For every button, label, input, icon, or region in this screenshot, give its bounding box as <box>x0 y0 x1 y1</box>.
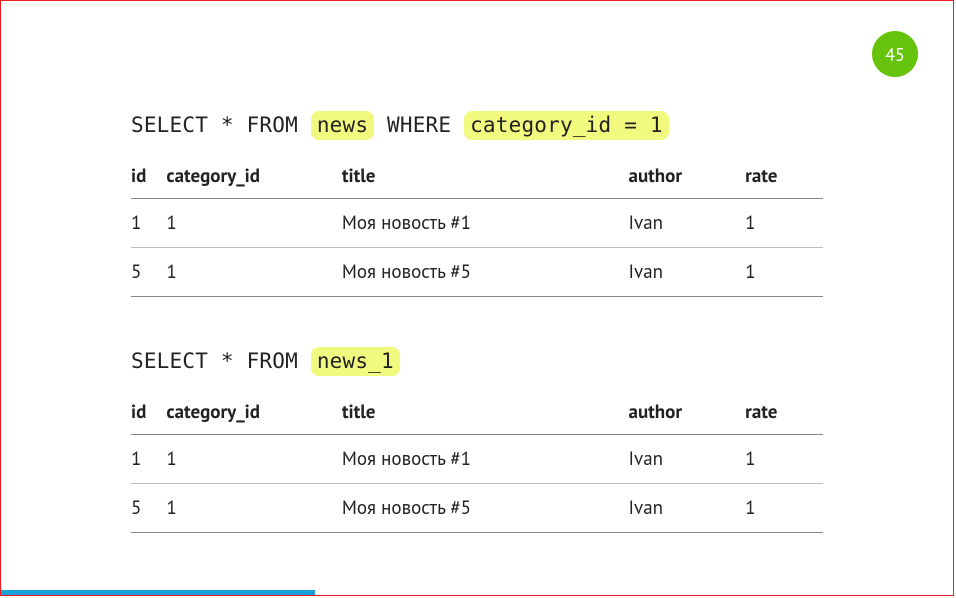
cell-category-id: 1 <box>166 435 341 484</box>
cell-id: 5 <box>131 484 166 533</box>
sql-query-2: SELECT * FROM news_1 <box>131 347 823 376</box>
col-header-author: author <box>629 394 746 435</box>
cell-category-id: 1 <box>166 199 341 248</box>
content-area: SELECT * FROM news WHERE category_id = 1… <box>1 1 953 533</box>
cell-title: Моя новость #5 <box>342 248 629 297</box>
page-number: 45 <box>885 43 905 66</box>
cell-rate: 1 <box>745 199 823 248</box>
result-table-2: id category_id title author rate 1 1 Моя… <box>131 394 823 533</box>
col-header-id: id <box>131 158 166 199</box>
col-header-title: title <box>342 158 629 199</box>
cell-title: Моя новость #1 <box>342 199 629 248</box>
table-row: 5 1 Моя новость #5 Ivan 1 <box>131 484 823 533</box>
sql-text: SELECT * FROM <box>131 113 311 137</box>
table-header-row: id category_id title author rate <box>131 158 823 199</box>
result-table-1: id category_id title author rate 1 1 Моя… <box>131 158 823 297</box>
cell-id: 5 <box>131 248 166 297</box>
sql-highlight-condition: category_id = 1 <box>464 111 669 140</box>
cell-category-id: 1 <box>166 248 341 297</box>
slide: 45 SELECT * FROM news WHERE category_id … <box>0 0 954 596</box>
cell-title: Моя новость #1 <box>342 435 629 484</box>
sql-text: SELECT * FROM <box>131 349 311 373</box>
col-header-category-id: category_id <box>166 394 341 435</box>
col-header-category-id: category_id <box>166 158 341 199</box>
table-header-row: id category_id title author rate <box>131 394 823 435</box>
sql-query-1: SELECT * FROM news WHERE category_id = 1 <box>131 111 823 140</box>
sql-highlight-table: news <box>311 111 374 140</box>
cell-author: Ivan <box>629 248 746 297</box>
cell-category-id: 1 <box>166 484 341 533</box>
cell-id: 1 <box>131 199 166 248</box>
progress-bar <box>1 590 315 595</box>
cell-author: Ivan <box>629 199 746 248</box>
cell-author: Ivan <box>629 435 746 484</box>
col-header-title: title <box>342 394 629 435</box>
cell-rate: 1 <box>745 484 823 533</box>
sql-highlight-table: news_1 <box>311 347 400 376</box>
table-row: 1 1 Моя новость #1 Ivan 1 <box>131 199 823 248</box>
col-header-rate: rate <box>745 158 823 199</box>
table-row: 1 1 Моя новость #1 Ivan 1 <box>131 435 823 484</box>
cell-rate: 1 <box>745 248 823 297</box>
col-header-author: author <box>629 158 746 199</box>
sql-text: WHERE <box>387 113 464 137</box>
cell-id: 1 <box>131 435 166 484</box>
col-header-rate: rate <box>745 394 823 435</box>
table-row: 5 1 Моя новость #5 Ivan 1 <box>131 248 823 297</box>
cell-rate: 1 <box>745 435 823 484</box>
col-header-id: id <box>131 394 166 435</box>
cell-author: Ivan <box>629 484 746 533</box>
page-number-badge: 45 <box>872 31 918 77</box>
cell-title: Моя новость #5 <box>342 484 629 533</box>
